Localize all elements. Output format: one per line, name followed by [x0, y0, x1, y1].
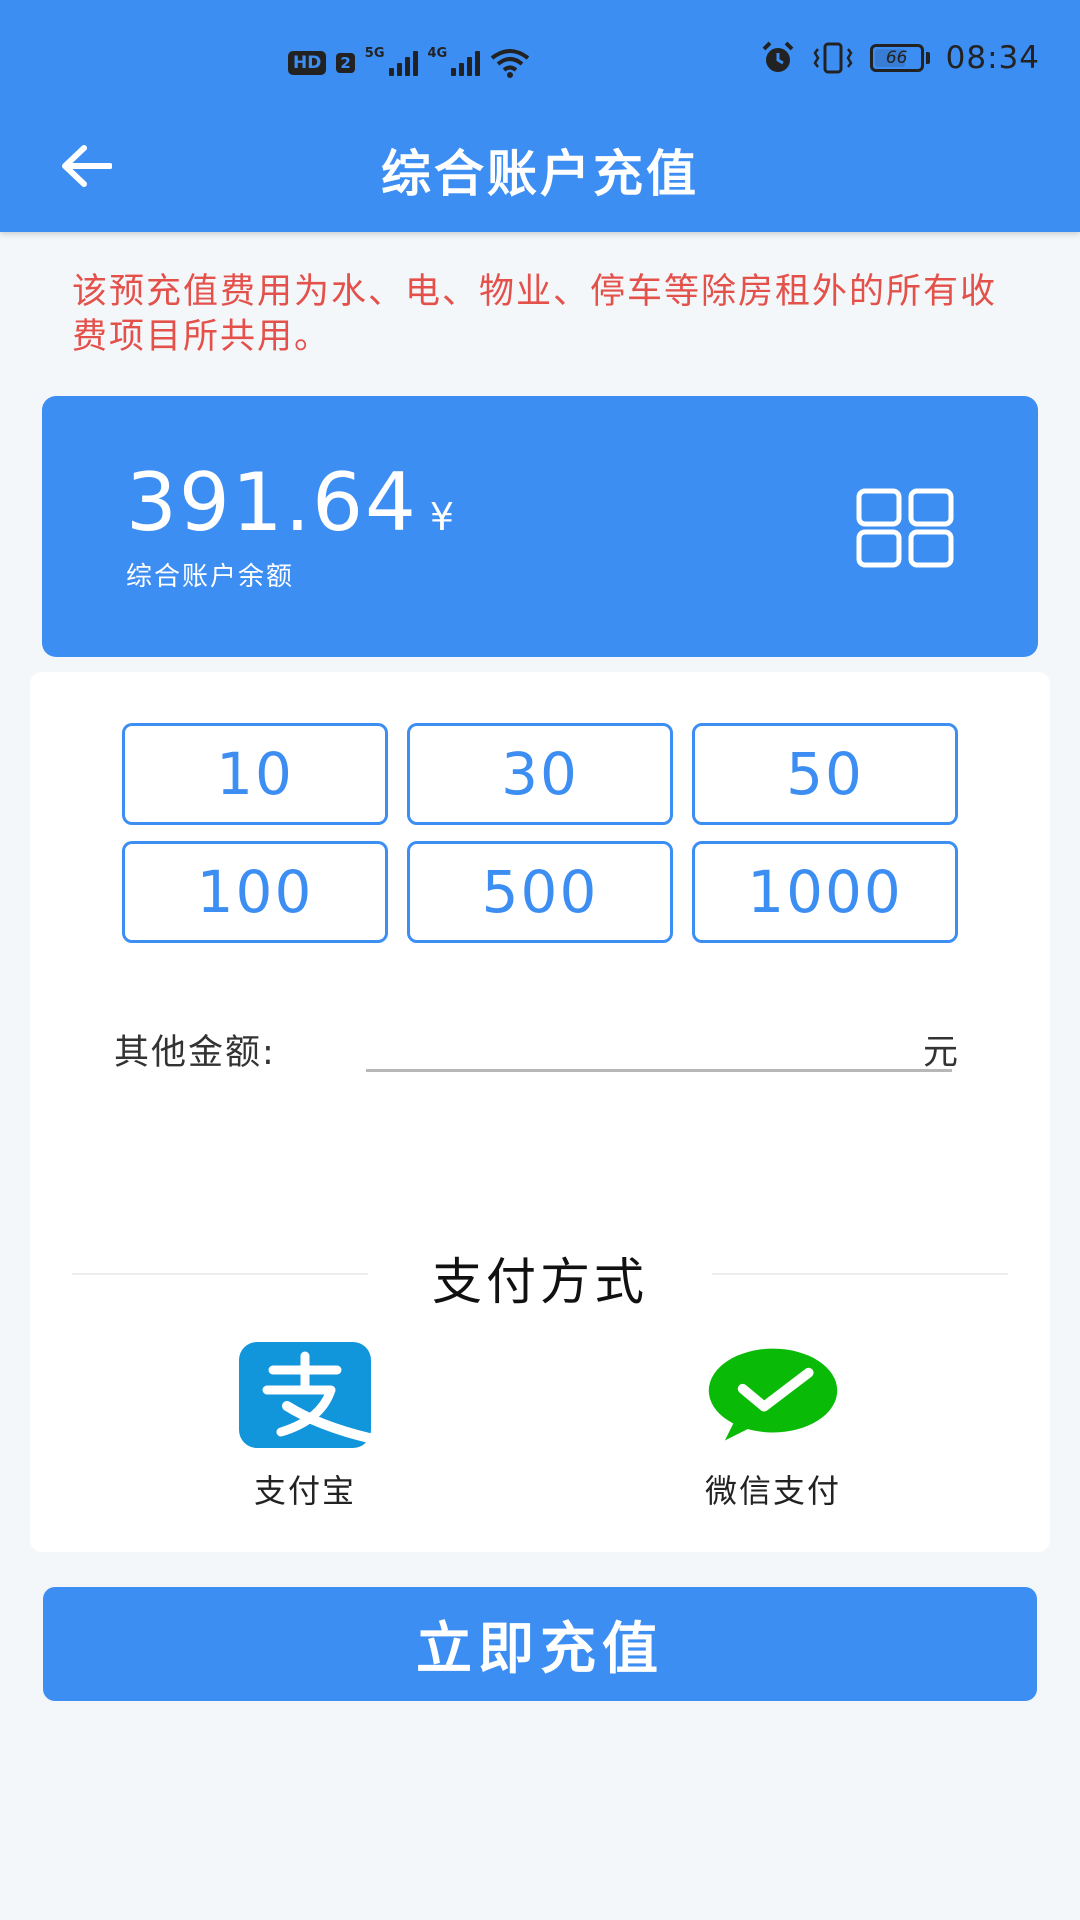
recharge-panel: 10 30 50 100 500 1000 其他金额: 元 支付方式 支付宝 微…	[30, 672, 1050, 1552]
amount-option-50[interactable]: 50	[692, 723, 958, 825]
alarm-icon	[762, 41, 794, 72]
other-amount-input[interactable]	[366, 1012, 952, 1072]
vibrate-icon	[813, 42, 853, 74]
hd-badge: HD	[288, 51, 327, 75]
network-type-2: 4G	[427, 45, 448, 61]
notice-text: 该预充值费用为水、电、物业、停车等除房租外的所有收费项目所共用。	[72, 272, 998, 357]
amount-option-10[interactable]: 10	[122, 723, 388, 825]
balance-amount: 391.64	[126, 456, 418, 549]
alipay-label: 支付宝	[253, 1472, 356, 1510]
balance-card: 391.64 ¥ 综合账户余额	[42, 396, 1038, 657]
signal-icon-2	[451, 50, 481, 76]
amount-options: 10 30 50 100 500 1000	[122, 723, 958, 943]
network-type-1: 5G	[364, 45, 385, 61]
payment-method-title: 支付方式	[432, 1253, 648, 1311]
title-bar: 综合账户充值	[0, 130, 1080, 203]
status-bar: HD 2 5G 4G 66 08:34	[0, 40, 1080, 90]
wifi-icon	[490, 49, 530, 78]
app-header: HD 2 5G 4G 66 08:34 综合账户充值	[0, 0, 1080, 232]
battery-icon: 66	[869, 44, 930, 72]
other-amount-unit: 元	[923, 1033, 959, 1073]
other-amount-label: 其他金额:	[114, 1033, 276, 1073]
balance-label: 综合账户余额	[126, 562, 295, 592]
recharge-now-button[interactable]: 立即充值	[43, 1587, 1037, 1701]
amount-option-500[interactable]: 500	[407, 841, 673, 943]
status-bar-right: 66 08:34	[760, 40, 1040, 76]
battery-level: 66	[869, 44, 924, 72]
status-bar-left: HD 2 5G 4G	[288, 45, 530, 78]
sim-badge: 2	[336, 53, 355, 73]
payment-option-wechat[interactable]: 微信支付	[673, 1342, 873, 1512]
wechat-pay-label: 微信支付	[704, 1472, 841, 1510]
amount-option-1000[interactable]: 1000	[692, 841, 958, 943]
amount-option-100[interactable]: 100	[122, 841, 388, 943]
signal-icon	[388, 50, 418, 76]
status-time: 08:34	[945, 40, 1040, 76]
wechat-pay-icon	[707, 1342, 839, 1448]
page-title: 综合账户充值	[381, 145, 699, 203]
amount-option-30[interactable]: 30	[407, 723, 673, 825]
payment-option-alipay[interactable]: 支付宝	[205, 1342, 405, 1512]
alipay-icon	[239, 1342, 371, 1448]
grid-icon[interactable]	[856, 488, 956, 568]
balance-currency: ¥	[429, 495, 457, 539]
balance-amount-row: 391.64 ¥	[126, 456, 456, 549]
